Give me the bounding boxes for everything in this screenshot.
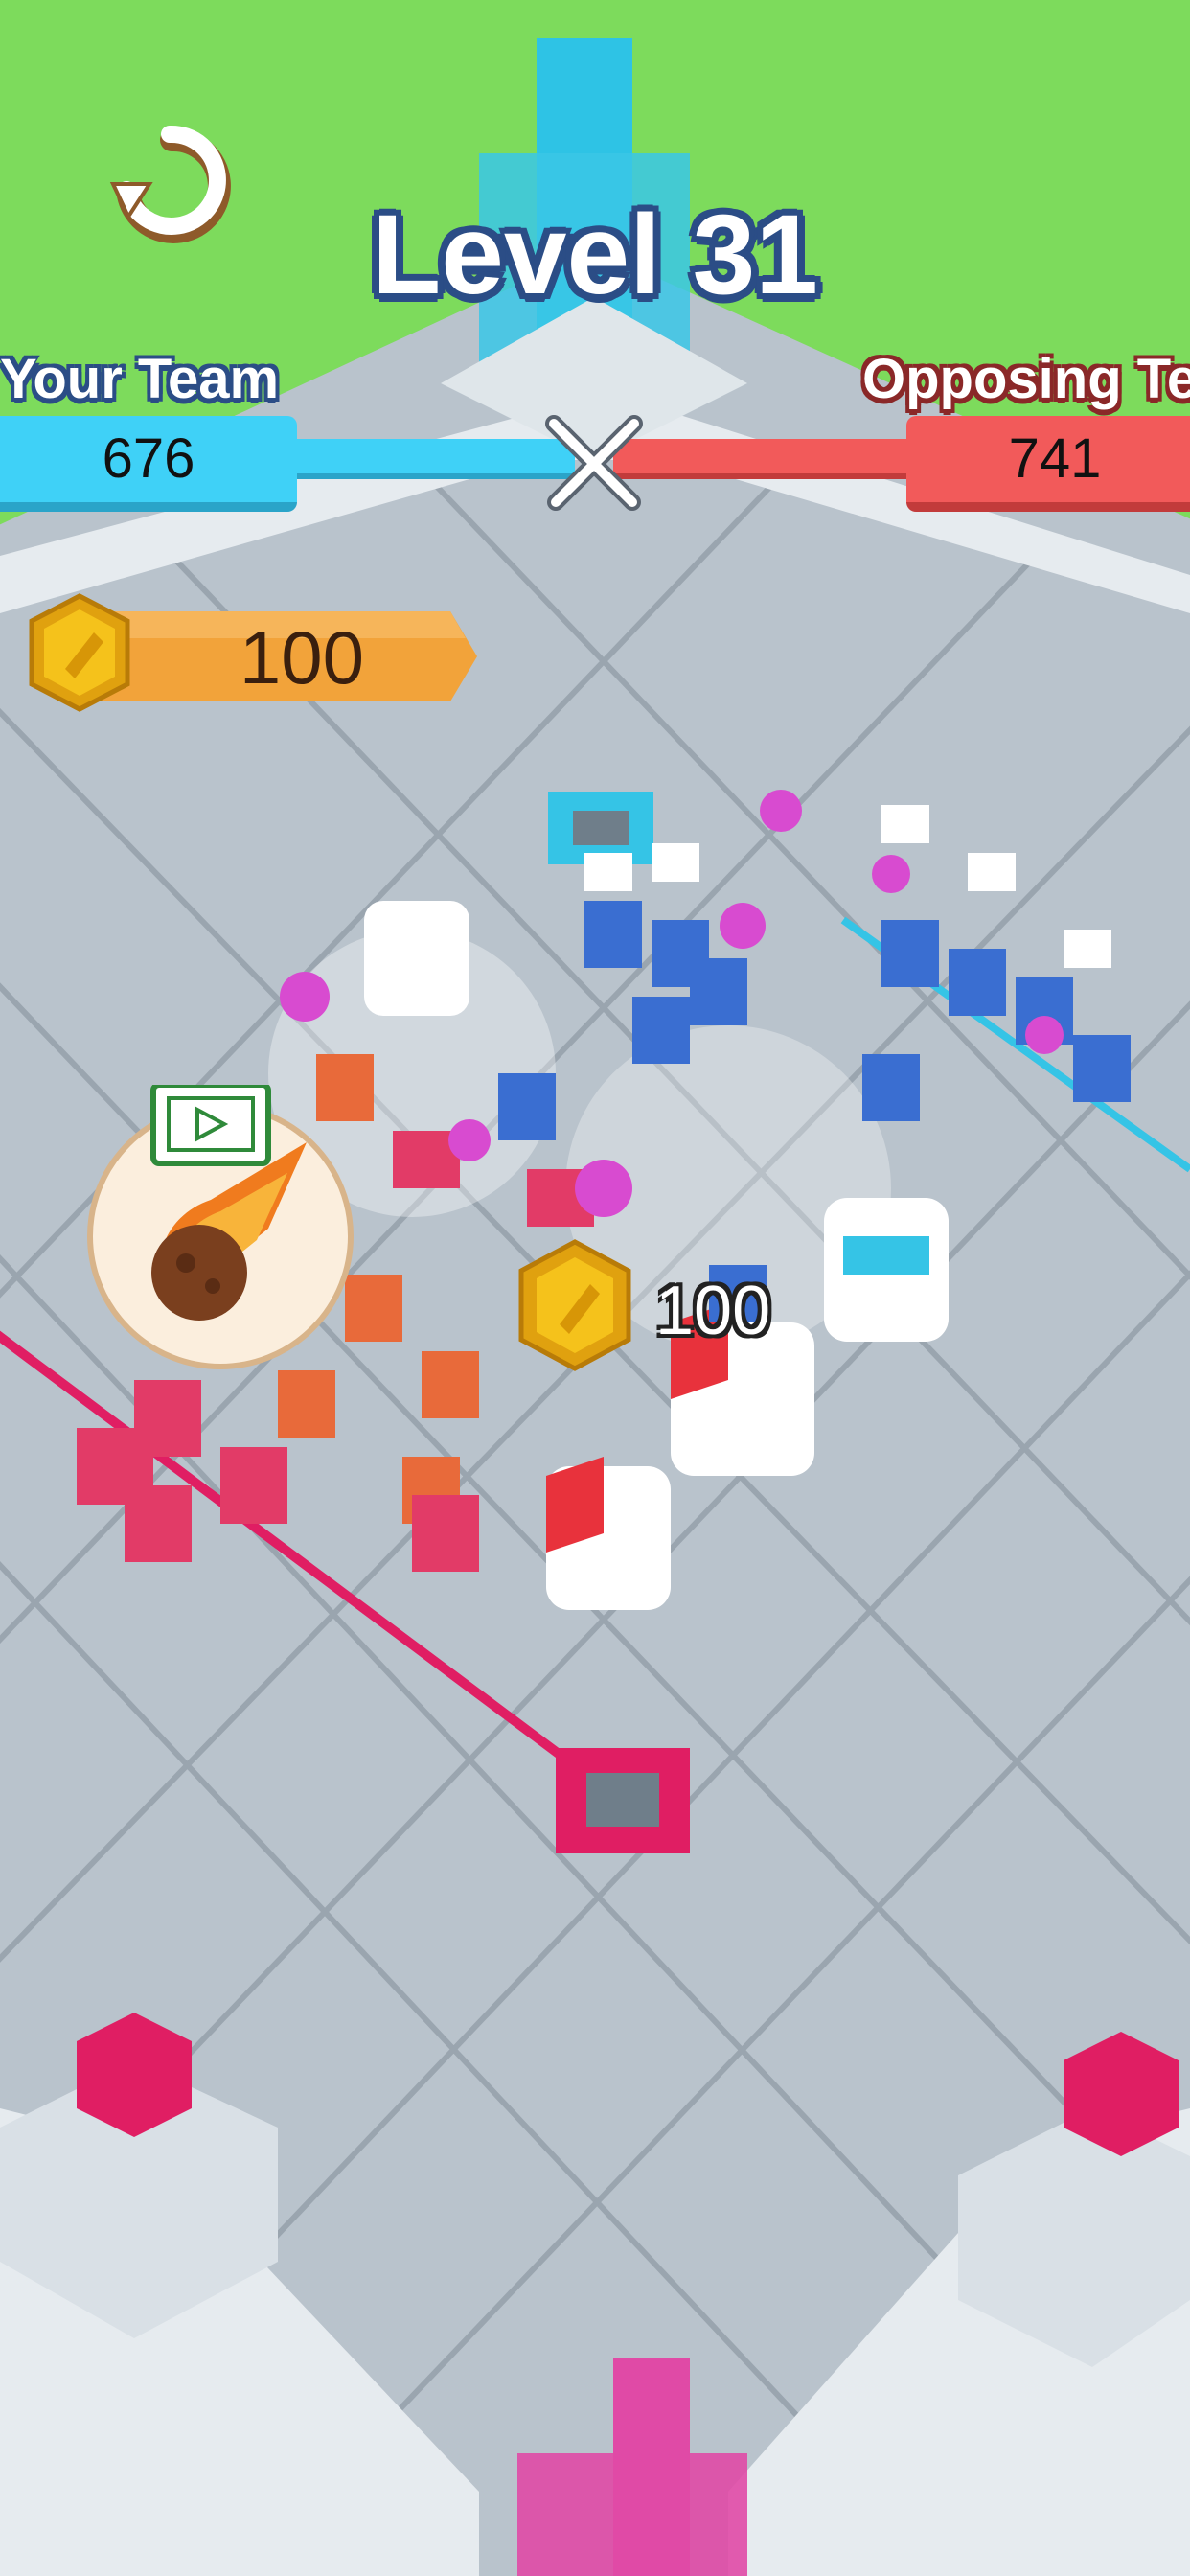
your-team-label: Your Team xyxy=(0,348,280,410)
opposing-team-score: 741 xyxy=(906,416,1190,512)
opposing-team-label: Opposing Te xyxy=(862,348,1190,410)
reward-amount: 100 xyxy=(655,1273,771,1349)
level-title: Level 31 xyxy=(372,192,818,318)
meteor-powerup-button[interactable] xyxy=(86,1082,364,1372)
your-team-score: 676 xyxy=(0,416,297,512)
coin-balance-value: 100 xyxy=(239,615,365,700)
gold-coin-icon xyxy=(29,593,130,712)
opposing-team-strength-bar xyxy=(613,439,920,479)
your-team-strength-bar xyxy=(287,439,575,479)
video-ad-icon xyxy=(150,1082,271,1166)
reward-coin-icon xyxy=(518,1239,631,1371)
crossed-swords-icon xyxy=(545,415,643,511)
